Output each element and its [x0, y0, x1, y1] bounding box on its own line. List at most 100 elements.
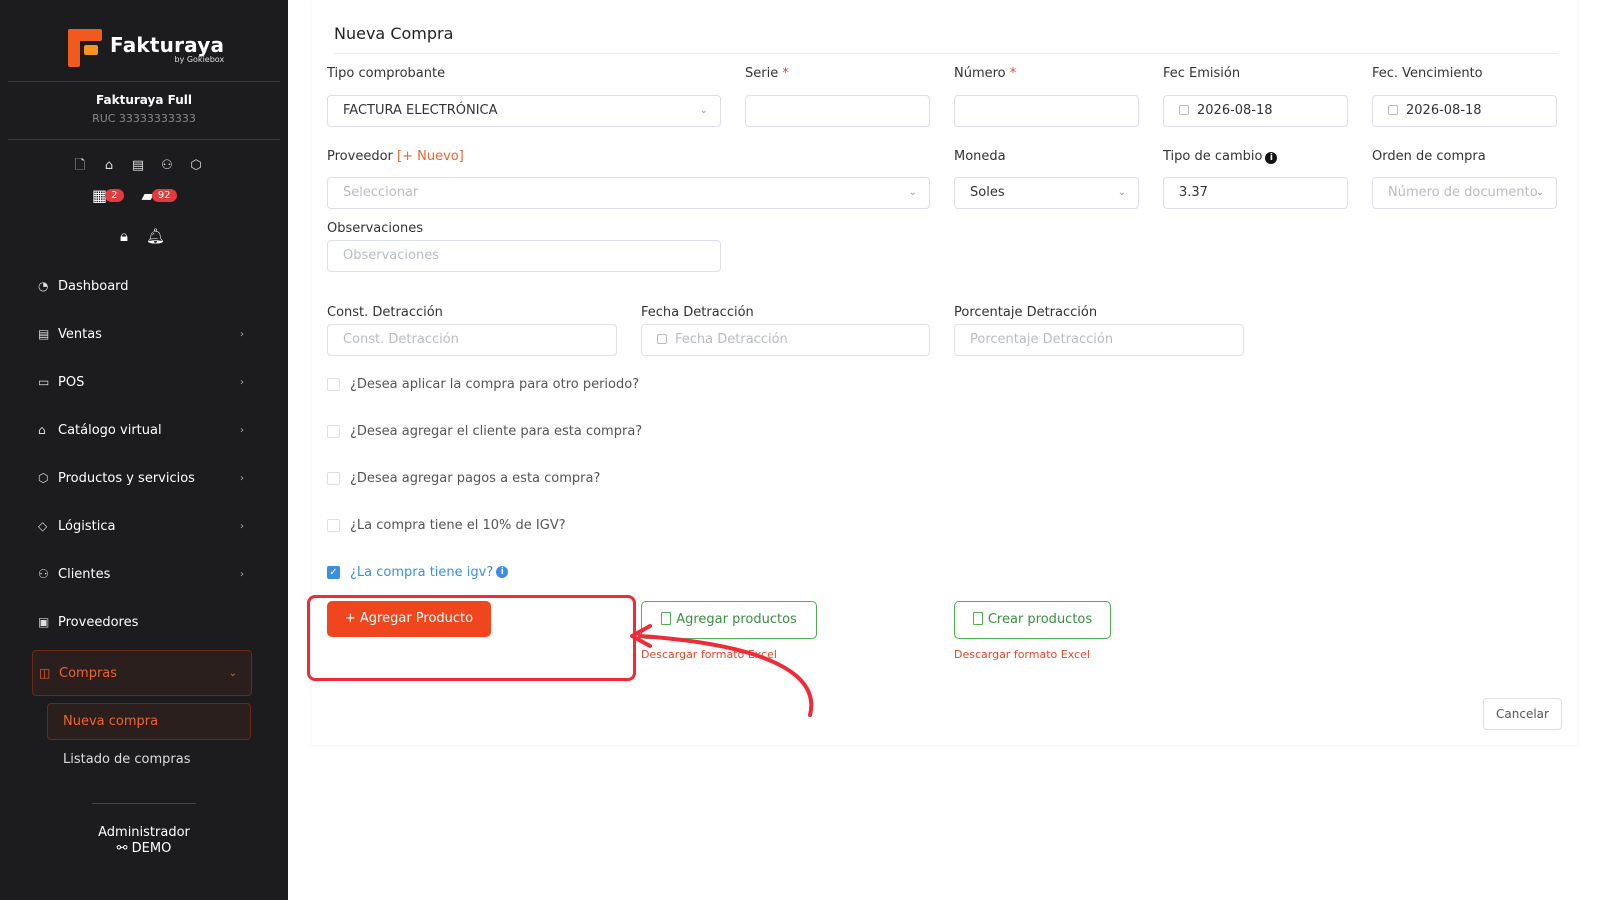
porcentaje-detraccion-input[interactable]: Porcentaje Detracción — [954, 324, 1244, 356]
sidebar-item-compras[interactable]: ◫ Compras ⌄ — [32, 650, 252, 696]
tipo-comprobante-select[interactable]: FACTURA ELECTRÓNICA ⌄ — [327, 95, 721, 127]
tipo-cambio-input[interactable]: 3.37 — [1163, 177, 1348, 209]
sidebar-item-logistica[interactable]: ◇ Lógistica › — [38, 502, 258, 550]
divider — [334, 53, 1558, 54]
observaciones-input[interactable]: Observaciones — [327, 240, 721, 272]
checkbox-agregar-pagos[interactable]: ¿Desea agregar pagos a esta compra? — [327, 470, 600, 486]
checkbox-box-checked[interactable]: ✓ — [327, 565, 340, 579]
sidebar-subitem-nueva-compra[interactable]: Nueva compra — [47, 703, 251, 740]
checkbox-otro-periodo[interactable]: ¿Desea aplicar la compra para otro perio… — [327, 376, 639, 392]
stock-alert[interactable]: ▰ 92 — [142, 186, 177, 205]
sidebar-item-ventas[interactable]: ▤ Ventas › — [38, 310, 258, 358]
glasses-icon: ⚯ — [116, 841, 132, 856]
divider — [8, 139, 280, 140]
create-products-button[interactable]: Crear productos — [954, 601, 1111, 639]
sidebar-item-label: Productos y servicios — [58, 470, 195, 486]
fec-vencimiento-input[interactable]: 2026-08-18 — [1372, 95, 1557, 127]
proveedor-placeholder: Seleccionar — [343, 185, 419, 200]
sidebar-item-label: Ventas — [58, 326, 102, 342]
const-detraccion-label: Const. Detracción — [327, 305, 443, 320]
proveedor-label: Proveedor [+ Nuevo] — [327, 149, 464, 164]
user-info[interactable]: Administrador ⚯ DEMO — [0, 825, 288, 857]
moneda-label: Moneda — [954, 149, 1006, 164]
sidebar-item-clientes[interactable]: ⚇ Clientes › — [38, 550, 258, 598]
fecha-detraccion-input[interactable]: Fecha Detracción — [641, 324, 930, 356]
sidebar-item-label: Catálogo virtual — [58, 422, 162, 438]
sidebar-item-catalogo[interactable]: ⌂ Catálogo virtual › — [38, 406, 258, 454]
notification-badges: ▦ 2 ▰ 92 — [92, 186, 177, 205]
list-icon[interactable]: ▤ — [130, 158, 146, 174]
checkbox-agregar-cliente[interactable]: ¿Desea agregar el cliente para esta comp… — [327, 423, 642, 439]
sidebar-item-label: POS — [58, 374, 85, 390]
new-proveedor-link[interactable]: [+ Nuevo] — [397, 149, 464, 164]
bell-icon[interactable]: 🔔︎ — [146, 227, 165, 245]
logo-title: Fakturaya — [110, 32, 225, 57]
numero-input[interactable] — [954, 95, 1139, 127]
chevron-right-icon: › — [240, 328, 244, 340]
bag-icon: ◫ — [39, 666, 51, 680]
calendar-alert[interactable]: ▦ 2 — [92, 186, 124, 205]
fec-vencimiento-label: Fec. Vencimiento — [1372, 66, 1483, 81]
sidebar-item-productos[interactable]: ⬡ Productos y servicios › — [38, 454, 258, 502]
cancel-button[interactable]: Cancelar — [1483, 698, 1562, 730]
chevron-down-icon: ⌄ — [1117, 187, 1126, 198]
download-format-link[interactable]: Descargar formato Excel — [954, 648, 1090, 661]
highlight-box — [307, 595, 636, 681]
fec-emision-input[interactable]: 2026-08-18 — [1163, 95, 1348, 127]
tipo-comprobante-value: FACTURA ELECTRÓNICA — [343, 103, 498, 118]
tipo-comprobante-label: Tipo comprobante — [327, 66, 446, 81]
const-detraccion-input[interactable]: Const. Detracción — [327, 324, 617, 356]
box-icon[interactable]: ⬡ — [188, 158, 204, 174]
sidebar-subitem-listado-compras[interactable]: Listado de compras — [63, 752, 191, 767]
checkbox-box[interactable] — [327, 377, 340, 391]
store-icon: ⌂ — [38, 423, 46, 437]
sidebar-item-label: Proveedores — [58, 614, 139, 630]
info-icon[interactable]: i — [496, 566, 509, 578]
store-icon[interactable]: ⌂ — [101, 158, 117, 174]
sidebar: Fakturaya by Gokiebox Fakturaya Full RUC… — [0, 0, 288, 900]
sidebar-item-dashboard[interactable]: ◔ Dashboard — [38, 262, 258, 310]
chevron-down-icon: ⌄ — [1535, 187, 1544, 198]
stock-badge: 92 — [151, 189, 177, 202]
chevron-right-icon: › — [240, 520, 244, 532]
sidebar-item-label: Compras — [59, 665, 118, 681]
checkbox-box[interactable] — [327, 518, 340, 532]
calendar-badge: 2 — [105, 189, 124, 202]
receipt-icon: ▤ — [38, 327, 50, 341]
sidebar-item-proveedores[interactable]: ▣ Proveedores — [38, 598, 258, 646]
tools: 🔒︎ 🔔︎ — [120, 227, 165, 245]
monitor-icon: ▭ — [38, 375, 50, 389]
checkbox-label: ¿La compra tiene el 10% de IGV? — [350, 517, 566, 533]
orden-compra-select[interactable]: Número de documento ⌄ — [1372, 177, 1557, 209]
new-document-icon[interactable]: 🗋 — [72, 158, 88, 174]
user-name: DEMO — [131, 841, 172, 856]
button-label: Crear productos — [987, 612, 1093, 627]
checkbox-box[interactable] — [327, 471, 340, 485]
annotation-arrow — [630, 624, 814, 717]
sidebar-item-pos[interactable]: ▭ POS › — [38, 358, 258, 406]
serie-input[interactable] — [745, 95, 930, 127]
checkbox-label: ¿Desea aplicar la compra para otro perio… — [350, 376, 640, 392]
checkbox-igv-10[interactable]: ¿La compra tiene el 10% de IGV? — [327, 517, 566, 533]
chevron-down-icon: ⌄ — [908, 187, 917, 198]
checkbox-tiene-igv[interactable]: ✓ ¿La compra tiene igv? i — [327, 564, 509, 580]
calendar-icon — [1179, 105, 1189, 115]
serie-label: Serie * — [745, 66, 789, 81]
orden-compra-placeholder: Número de documento — [1388, 185, 1538, 200]
users-icon[interactable]: ⚇ — [159, 158, 175, 174]
briefcase-icon: ▣ — [38, 615, 50, 629]
info-icon[interactable]: i — [1265, 152, 1278, 164]
checkbox-box[interactable] — [327, 424, 340, 438]
logo[interactable]: Fakturaya by Gokiebox — [68, 26, 228, 70]
checkbox-label: ¿Desea agregar el cliente para esta comp… — [350, 423, 643, 439]
sidebar-menu: ◔ Dashboard ▤ Ventas › ▭ POS › ⌂ Catálog… — [32, 262, 258, 696]
fec-vencimiento-value: 2026-08-18 — [1406, 103, 1482, 118]
chevron-right-icon: › — [240, 424, 244, 436]
lock-icon[interactable]: 🔒︎ — [120, 227, 128, 245]
page-title: Nueva Compra — [334, 24, 454, 43]
moneda-select[interactable]: Soles ⌄ — [954, 177, 1139, 209]
sidebar-item-label: Clientes — [58, 566, 111, 582]
proveedor-select[interactable]: Seleccionar ⌄ — [327, 177, 930, 209]
company-ruc: RUC 33333333333 — [92, 112, 196, 125]
fecha-detraccion-label: Fecha Detracción — [641, 305, 754, 320]
